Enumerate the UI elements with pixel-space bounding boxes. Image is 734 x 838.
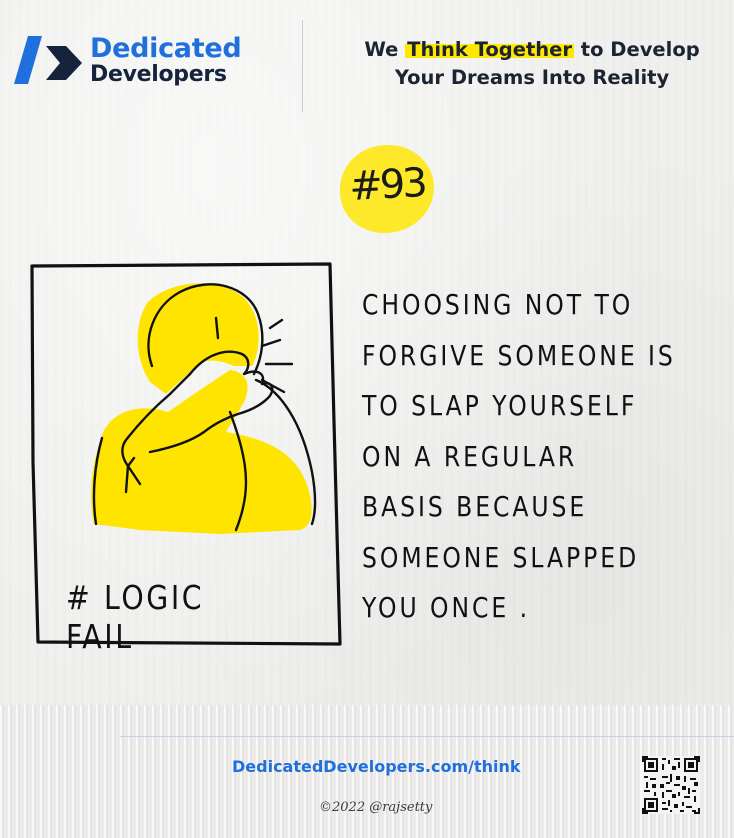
copyright-text: ©2022 @rajsetty <box>319 800 433 815</box>
qr-code-icon[interactable] <box>642 756 700 814</box>
brand-name-line2: Developers <box>90 62 227 87</box>
panel-caption: # LOGIC FAIL <box>66 578 205 656</box>
quote-line: BASIS BECAUSE <box>362 490 588 523</box>
header-divider <box>302 20 303 112</box>
comic-number: #93 <box>348 160 426 210</box>
brand-name-line1: Dedicated <box>90 33 242 64</box>
footer-divider <box>120 736 734 737</box>
quote-line: TO SLAP YOURSELF <box>362 389 638 422</box>
tagline-highlight: Think Together <box>405 38 574 61</box>
tagline-suffix: to Develop <box>574 38 700 61</box>
quote-line: FORGIVE SOMEONE IS <box>362 338 676 372</box>
quote-line: CHOOSING NOT TO <box>362 288 634 321</box>
quote-line: SOMEONE SLAPPED <box>362 540 640 574</box>
dedicated-developers-logo-icon <box>14 36 82 84</box>
tagline-line2: Your Dreams Into Reality <box>394 66 670 89</box>
quote-line: YOU ONCE . <box>362 591 531 624</box>
comic-quote: CHOOSING NOT TO FORGIVE SOMEONE IS TO SL… <box>362 280 712 634</box>
footer-link[interactable]: DedicatedDevelopers.com/think <box>232 757 521 776</box>
tagline-prefix: We <box>364 38 406 61</box>
tagline-line1: We Think Together to Develop <box>330 38 734 61</box>
quote-line: ON A REGULAR <box>362 439 578 473</box>
